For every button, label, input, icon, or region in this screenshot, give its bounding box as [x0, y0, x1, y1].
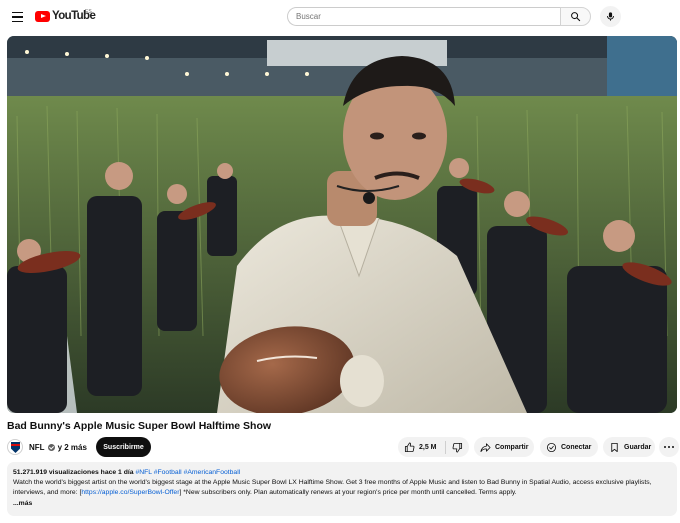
subscribe-button[interactable]: Suscribirme [96, 437, 151, 457]
hashtag-link[interactable]: #AmericanFootball [184, 469, 241, 476]
hashtag-link[interactable]: #NFL [135, 469, 151, 476]
save-label: Guardar [624, 443, 652, 451]
dot [664, 445, 667, 449]
view-count: 51.271.919 visualizaciones [13, 469, 99, 476]
voice-search-button[interactable] [600, 6, 621, 27]
dot [667, 445, 671, 449]
search-icon [571, 12, 581, 22]
menu-icon[interactable] [8, 7, 28, 27]
share-button[interactable]: Compartir [474, 437, 534, 457]
more-actions-button[interactable] [659, 437, 679, 457]
share-label: Compartir [495, 443, 529, 451]
channel-avatar[interactable] [7, 439, 23, 455]
video-title: Bad Bunny's Apple Music Super Bowl Halft… [7, 420, 272, 432]
channel-name[interactable]: NFL [29, 443, 45, 452]
description-box[interactable]: 51.271.919 visualizaciones hace 1 día #N… [7, 462, 677, 516]
hashtag-link[interactable]: #Football [154, 469, 182, 476]
description-text: Watch the world's biggest artist on the … [13, 478, 671, 498]
description-text-end: ] *New subscribers only. Plan automatica… [179, 489, 517, 497]
nfl-logo-icon [11, 442, 20, 453]
like-button[interactable]: 2,5 M [398, 437, 445, 457]
save-button[interactable]: Guardar [603, 437, 655, 457]
like-count: 2,5 M [419, 443, 437, 451]
thumbs-down-icon [452, 442, 463, 452]
channel-owner: NFL y 2 más [7, 437, 87, 457]
youtube-play-icon [35, 10, 50, 22]
video-frame [7, 36, 677, 413]
connect-icon [546, 442, 557, 452]
connect-button[interactable]: Conectar [540, 437, 598, 457]
upload-date: hace 1 día [100, 469, 134, 476]
share-icon [480, 442, 491, 452]
like-dislike-group: 2,5 M [398, 437, 469, 457]
microphone-icon [607, 12, 614, 21]
dislike-button[interactable] [446, 437, 469, 457]
search-input[interactable] [287, 7, 560, 26]
collaborators-link[interactable]: y 2 más [58, 443, 87, 452]
show-more-button[interactable]: ...más [13, 499, 671, 509]
masthead: YouTube ES [0, 0, 680, 34]
thumbs-up-icon [404, 442, 415, 452]
video-player[interactable] [7, 36, 677, 413]
offer-link[interactable]: https://apple.co/SuperBowl-Offer [81, 489, 179, 496]
description-meta-line: 51.271.919 visualizaciones hace 1 día #N… [13, 468, 671, 478]
bookmark-icon [611, 442, 618, 452]
search-button[interactable] [560, 7, 591, 26]
country-code: ES [85, 9, 92, 15]
dot [671, 445, 674, 449]
connect-label: Conectar [561, 443, 592, 451]
verified-icon [47, 443, 55, 451]
